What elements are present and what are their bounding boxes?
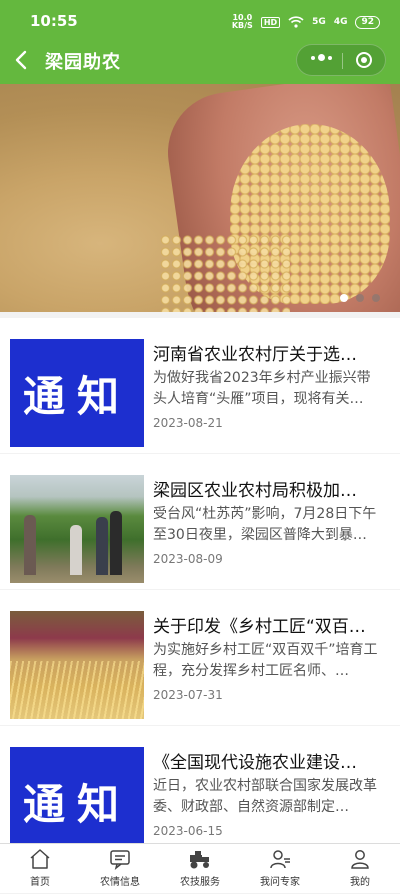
news-title: 梁园区农业农村局积极加… (153, 481, 357, 501)
news-thumbnail (10, 475, 144, 583)
notice-thumbnail: 通知 (10, 747, 144, 855)
banner-carousel[interactable] (0, 84, 400, 312)
carousel-dot[interactable] (340, 294, 348, 302)
signal-4g-icon: 4G (333, 17, 348, 27)
tab-home[interactable]: 首页 (0, 844, 80, 894)
tab-label: 我问专家 (260, 877, 300, 888)
news-summary: 近日，农业农村部联合国家发展改革委、财政部、自然资源部制定… (153, 778, 377, 815)
news-summary: 受台风“杜苏芮”影响，7月28日下午至30日夜里，梁园区普降大到暴… (153, 506, 377, 543)
hd-icon: HD (260, 16, 281, 28)
tab-ask-expert[interactable]: 我问专家 (240, 844, 320, 894)
news-card[interactable]: 关于印发《乡村工匠“双百… 为实施好乡村工匠“双百双千”培育工程，充分发挥乡村工… (0, 590, 400, 725)
capsule-divider (342, 53, 343, 69)
status-icons: 10.0 KB/S HD 5G 4G 92 (232, 14, 380, 30)
notice-thumbnail: 通知 (10, 339, 144, 447)
close-miniprogram-icon[interactable] (356, 52, 372, 68)
more-options-icon[interactable] (311, 54, 332, 61)
user-icon (351, 850, 369, 869)
news-date: 2023-08-21 (153, 416, 223, 430)
app-header: 10:55 10.0 KB/S HD 5G 4G 92 梁园助农 (0, 0, 400, 84)
battery-icon: 92 (355, 15, 380, 29)
field-photo-thumbnail (10, 475, 144, 583)
news-title: 关于印发《乡村工匠“双百… (153, 617, 366, 637)
network-speed: 10.0 KB/S (231, 13, 253, 30)
news-card[interactable]: 梁园区农业农村局积极加… 受台风“杜苏芮”影响，7月28日下午至30日夜里，梁园… (0, 454, 400, 589)
news-thumbnail (10, 611, 144, 719)
tab-agri-info[interactable]: 农情信息 (80, 844, 160, 894)
page-title: 梁园助农 (45, 52, 121, 73)
tractor-icon (190, 851, 209, 869)
carousel-indicator (340, 294, 380, 302)
banner-falling-beans-image (160, 234, 290, 312)
news-thumbnail: 通知 (10, 339, 144, 447)
carousel-dot[interactable] (356, 294, 364, 302)
news-card[interactable]: 通知 《全国现代设施农业建设… 近日，农业农村部联合国家发展改革委、财政部、自然… (0, 726, 400, 861)
news-card[interactable]: 通知 河南省农业农村厅关于选… 为做好我省2023年乡村产业振兴带头人培育“头雁… (0, 318, 400, 453)
news-title: 《全国现代设施农业建设… (153, 753, 357, 773)
carousel-dot[interactable] (372, 294, 380, 302)
status-bar: 10:55 10.0 KB/S HD 5G 4G 92 (0, 0, 400, 40)
news-summary: 为做好我省2023年乡村产业振兴带头人培育“头雁”项目，现将有关… (153, 370, 371, 407)
news-date: 2023-07-31 (153, 688, 223, 702)
tab-agri-service[interactable]: 农技服务 (160, 844, 240, 894)
craft-photo-thumbnail (10, 611, 144, 719)
tab-label: 农情信息 (100, 877, 140, 888)
news-summary: 为实施好乡村工匠“双百双千”培育工程，充分发挥乡村工匠名师、… (153, 642, 378, 679)
tab-label: 农技服务 (180, 877, 220, 888)
tab-profile[interactable]: 我的 (320, 844, 400, 894)
status-time: 10:55 (30, 12, 78, 30)
news-thumbnail: 通知 (10, 747, 144, 855)
news-date: 2023-08-09 (153, 552, 223, 566)
news-title: 河南省农业农村厅关于选… (153, 345, 357, 365)
tab-label: 我的 (350, 877, 370, 888)
back-arrow-icon[interactable] (12, 49, 32, 71)
home-icon (30, 849, 50, 869)
signal-5g-icon: 5G (312, 17, 326, 27)
bottom-tab-bar: 首页 农情信息 农技服务 我问专家 我的 (0, 843, 400, 893)
message-icon (110, 850, 130, 870)
news-date: 2023-06-15 (153, 824, 223, 838)
tab-label: 首页 (30, 877, 50, 888)
expert-icon (270, 850, 290, 869)
miniprogram-capsule (296, 44, 386, 76)
wifi-icon (288, 16, 304, 28)
